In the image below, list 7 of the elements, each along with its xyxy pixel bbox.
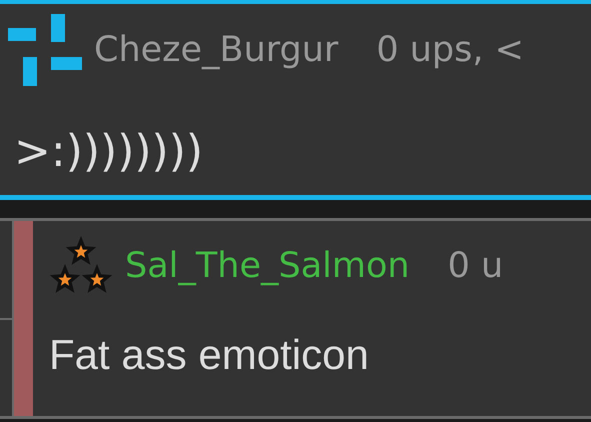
username-link[interactable]: Sal_The_Salmon [125, 246, 410, 286]
logo-icon [8, 14, 82, 86]
upvote-count: 0 ups, < [376, 30, 524, 70]
upvote-count: 0 u [448, 246, 504, 286]
username-link[interactable]: Cheze_Burgur [94, 30, 338, 70]
comment-text: >:)))))))) [13, 126, 204, 177]
comment-text: Fat ass emoticon [49, 331, 370, 379]
